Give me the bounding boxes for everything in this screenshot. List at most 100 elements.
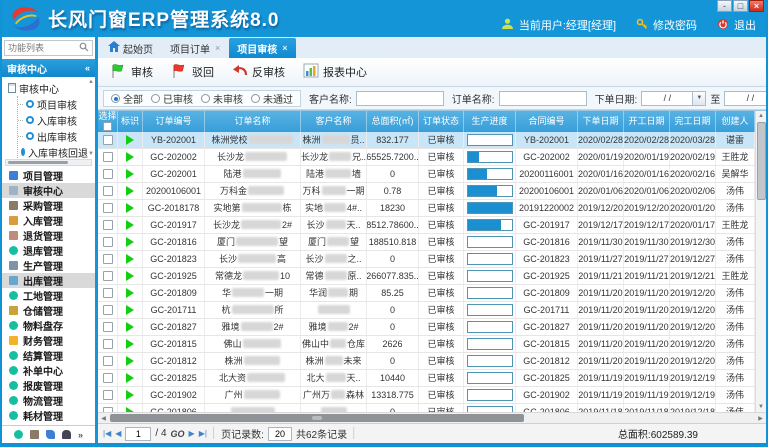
toolbar-button[interactable]: 反审核 bbox=[226, 62, 295, 82]
table-row[interactable]: GC-201925 常德龙10 常德原.. 266077.835.. 已审核 G… bbox=[98, 268, 755, 285]
sidebar-menu-item[interactable]: 生产管理 bbox=[2, 258, 95, 273]
column-header[interactable]: 开工日期 bbox=[624, 111, 670, 132]
row-checkbox[interactable] bbox=[103, 237, 113, 247]
vscroll-thumb[interactable] bbox=[757, 122, 766, 200]
tree-scroll-arrows[interactable]: ▲▼ bbox=[88, 79, 94, 157]
page-size-input[interactable] bbox=[268, 427, 292, 441]
filter-radio[interactable]: 未审核 bbox=[201, 91, 243, 106]
column-header[interactable]: 标识 bbox=[118, 111, 143, 132]
toolbar-button[interactable]: 审核 bbox=[104, 61, 163, 84]
column-header[interactable]: 订单名称 bbox=[205, 111, 301, 132]
customer-name-input[interactable] bbox=[356, 91, 444, 106]
chevron-down-icon[interactable]: ▼ bbox=[693, 91, 706, 106]
page-number-input[interactable] bbox=[125, 427, 151, 441]
go-button[interactable]: GO bbox=[171, 429, 185, 439]
row-checkbox[interactable] bbox=[103, 220, 113, 230]
table-row[interactable]: GC-201827 雅境2# 雅境2# 0 已审核 GC-201827 2019… bbox=[98, 319, 755, 336]
tree-item[interactable]: 入库审核回退 bbox=[18, 144, 87, 159]
column-header[interactable]: 下单日期 bbox=[578, 111, 624, 132]
cart-icon[interactable] bbox=[30, 430, 39, 439]
toolbar-button[interactable]: 报表中心 bbox=[297, 61, 377, 83]
row-checkbox[interactable] bbox=[103, 356, 113, 366]
table-row[interactable]: GC-201812 株洲 株洲未来 0 已审核 GC-201812 2019/1… bbox=[98, 353, 755, 370]
close-button[interactable]: × bbox=[749, 0, 764, 12]
filter-radio[interactable]: 已审核 bbox=[151, 91, 193, 106]
table-row[interactable]: GC-201815 佛山 佛山中仓库 2626 已审核 GC-201815 20… bbox=[98, 336, 755, 353]
sidebar-menu-item[interactable]: 工地管理 bbox=[2, 288, 95, 303]
table-row[interactable]: GC-201711 杭所 0 已审核 GC-201711 2019/11/20 … bbox=[98, 302, 755, 319]
column-header[interactable]: 总面积(㎡) bbox=[367, 111, 419, 132]
sidebar-menu-item[interactable]: 采购管理 bbox=[2, 198, 95, 213]
sidebar-menu-item[interactable]: 项目管理 bbox=[2, 168, 95, 183]
last-page-button[interactable]: ▶| bbox=[199, 429, 207, 438]
sidebar-menu-item[interactable]: 审核中心 bbox=[2, 183, 95, 198]
table-row[interactable]: GC-201816 厦门望 厦门望 188510.818 已审核 GC-2018… bbox=[98, 234, 755, 251]
row-checkbox[interactable] bbox=[103, 339, 113, 349]
scroll-up-icon[interactable]: ▲ bbox=[758, 111, 764, 122]
maximize-button[interactable]: □ bbox=[733, 0, 748, 12]
sidebar-menu-item[interactable]: 物料盘存 bbox=[2, 318, 95, 333]
logout-link[interactable]: 退出 bbox=[734, 17, 756, 33]
vertical-scrollbar[interactable]: ▲ ▼ bbox=[755, 111, 766, 413]
filter-radio[interactable]: 未通过 bbox=[251, 91, 293, 106]
sidebar-menu-item[interactable]: 结算管理 bbox=[2, 348, 95, 363]
row-checkbox[interactable] bbox=[103, 186, 113, 196]
column-header[interactable]: 合同编号 bbox=[516, 111, 578, 132]
horizontal-scrollbar[interactable]: ◀ ▶ bbox=[98, 412, 766, 423]
sidebar-menu-item[interactable]: 报废管理 bbox=[2, 378, 95, 393]
date-value[interactable]: / / bbox=[641, 91, 693, 106]
sidebar-menu-item[interactable]: 仓储管理 bbox=[2, 303, 95, 318]
sidebar-menu-item[interactable]: 补单中心 bbox=[2, 363, 95, 378]
select-all-checkbox[interactable] bbox=[103, 122, 112, 131]
filter-radio[interactable]: 全部 bbox=[111, 91, 143, 106]
toolbar-button[interactable]: 驳回 bbox=[165, 61, 224, 84]
column-header[interactable]: 完工日期 bbox=[670, 111, 716, 132]
minimize-button[interactable]: - bbox=[717, 0, 732, 12]
row-checkbox[interactable] bbox=[103, 135, 113, 145]
collapse-icon[interactable]: « bbox=[85, 63, 90, 73]
function-search-input[interactable] bbox=[8, 43, 79, 53]
next-page-button[interactable]: ▶ bbox=[189, 429, 195, 438]
person-icon[interactable] bbox=[62, 430, 71, 439]
row-checkbox[interactable] bbox=[103, 203, 113, 213]
more-icon[interactable]: » bbox=[78, 430, 83, 440]
tree-hscrollbar[interactable] bbox=[5, 159, 92, 166]
table-row[interactable]: GC-201825 北大资 北大天.. 10440 已审核 GC-201825 … bbox=[98, 370, 755, 387]
scroll-left-icon[interactable]: ◀ bbox=[98, 415, 109, 422]
table-row[interactable]: GC-201806 0 已审核 GC-201806 2019/11/18 201… bbox=[98, 404, 755, 412]
sidebar-section-header[interactable]: 审核中心 « bbox=[2, 59, 95, 77]
table-row[interactable]: GC-202002 长沙龙 长沙龙兄.. 65525.7200.. 已审核 GC… bbox=[98, 149, 755, 166]
sidebar-menu-item[interactable]: 退货管理 bbox=[2, 228, 95, 243]
tab[interactable]: 项目审核 × bbox=[229, 38, 295, 58]
tab[interactable]: 项目订单 × bbox=[162, 38, 228, 58]
column-header[interactable]: 选择 bbox=[98, 111, 118, 132]
change-password-link[interactable]: 修改密码 bbox=[653, 17, 697, 33]
sidebar-menu-item[interactable]: 物流管理 bbox=[2, 393, 95, 408]
row-checkbox[interactable] bbox=[103, 373, 113, 383]
row-checkbox[interactable] bbox=[103, 305, 113, 315]
sidebar-menu-item[interactable]: 出库管理 bbox=[2, 273, 95, 288]
tree-root[interactable]: 审核中心 bbox=[8, 80, 87, 96]
tab[interactable]: 起始页 bbox=[100, 38, 161, 58]
dot-icon[interactable] bbox=[14, 430, 23, 439]
scroll-right-icon[interactable]: ▶ bbox=[755, 415, 766, 422]
row-checkbox[interactable] bbox=[103, 271, 113, 281]
tree-item[interactable]: 项目审核 bbox=[18, 96, 87, 112]
pen-icon[interactable] bbox=[46, 430, 55, 439]
prev-page-button[interactable]: ◀ bbox=[115, 429, 121, 438]
column-header[interactable]: 订单编号 bbox=[143, 111, 205, 132]
row-checkbox[interactable] bbox=[103, 390, 113, 400]
tab-close-icon[interactable]: × bbox=[282, 43, 287, 53]
sidebar-menu-item[interactable]: 财务管理 bbox=[2, 333, 95, 348]
tab-close-icon[interactable]: × bbox=[215, 43, 220, 53]
table-row[interactable]: YB-202001 株洲党校 株洲员.. 832.177 已审核 YB-2020… bbox=[98, 132, 755, 149]
sidebar-menu-item[interactable]: 入库管理 bbox=[2, 213, 95, 228]
table-row[interactable]: GC-2018178 实地第栋 实地4#.. 18230 已审核 2019122… bbox=[98, 200, 755, 217]
column-header[interactable]: 生产进度 bbox=[464, 111, 516, 132]
column-header[interactable]: 创建人 bbox=[716, 111, 755, 132]
table-row[interactable]: GC-201917 长沙龙2# 长沙天.. 8512.78600.. 已审核 G… bbox=[98, 217, 755, 234]
first-page-button[interactable]: |◀ bbox=[103, 429, 111, 438]
table-row[interactable]: GC-201823 长沙高 长沙之.. 0 已审核 GC-201823 2019… bbox=[98, 251, 755, 268]
table-row[interactable]: GC-201902 广州 广州万森林 13318.775 已审核 GC-2019… bbox=[98, 387, 755, 404]
row-checkbox[interactable] bbox=[103, 322, 113, 332]
